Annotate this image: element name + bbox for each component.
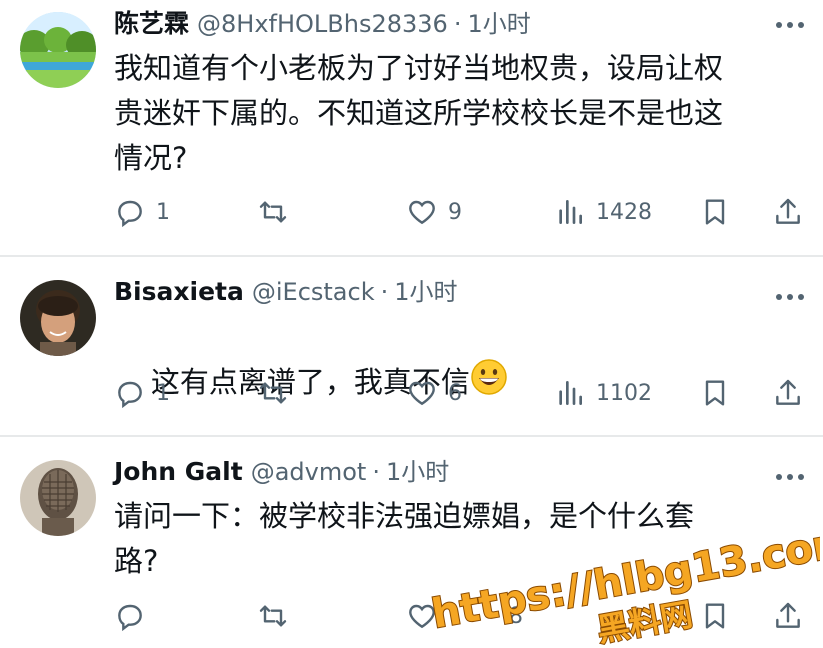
views-count: 8 bbox=[509, 603, 523, 629]
reply-count: 1 bbox=[156, 380, 170, 406]
tweet-1[interactable]: 陈艺霖 @8HxfHOLBhs28336 · 1小时 我知道有个小老板为了讨好当… bbox=[0, 0, 823, 256]
share-button[interactable] bbox=[772, 596, 804, 636]
like-button[interactable]: 9 bbox=[406, 192, 462, 232]
reply-button[interactable] bbox=[114, 596, 156, 636]
tweet-3[interactable]: John Galt @advmot · 1小时 请问一下：被学校非法强迫嫖娼，是… bbox=[0, 436, 823, 648]
retweet-button[interactable] bbox=[257, 373, 299, 413]
avatar[interactable] bbox=[20, 280, 96, 356]
author-handle[interactable]: @advmot bbox=[251, 458, 367, 486]
views-button[interactable]: 8 bbox=[509, 596, 523, 636]
bookmark-icon bbox=[705, 380, 725, 406]
views-count: 1102 bbox=[596, 380, 652, 406]
author-handle[interactable]: @8HxfHOLBhs28336 bbox=[197, 10, 448, 38]
views-count: 1428 bbox=[596, 199, 652, 225]
views-icon bbox=[559, 381, 582, 405]
reply-button[interactable]: 1 bbox=[114, 192, 170, 232]
author-name[interactable]: Bisaxieta bbox=[114, 277, 244, 306]
separator: · bbox=[453, 10, 462, 38]
more-icon[interactable] bbox=[775, 288, 805, 300]
reply-button[interactable]: 1 bbox=[114, 373, 170, 413]
action-bar: 8 bbox=[114, 596, 814, 636]
tweet-text: 我知道有个小老板为了讨好当地权贵，设局让权 贵迷奸下属的。不知道这所学校校长是不… bbox=[114, 51, 724, 175]
action-bar: 1 9 1428 bbox=[114, 192, 814, 232]
avatar[interactable] bbox=[20, 12, 96, 88]
tweet-header: John Galt @advmot · 1小时 bbox=[114, 452, 449, 492]
share-button[interactable] bbox=[772, 192, 804, 232]
reply-count: 1 bbox=[156, 199, 170, 225]
like-count: 6 bbox=[448, 380, 462, 406]
share-button[interactable] bbox=[772, 373, 804, 413]
reply-icon bbox=[118, 604, 142, 632]
timestamp[interactable]: 1小时 bbox=[394, 272, 457, 307]
separator: · bbox=[380, 278, 389, 306]
author-name[interactable]: 陈艺霖 bbox=[114, 4, 189, 40]
like-button[interactable]: 6 bbox=[406, 373, 462, 413]
bookmark-button[interactable] bbox=[699, 192, 731, 232]
share-icon bbox=[776, 602, 800, 628]
tweet-header: 陈艺霖 @8HxfHOLBhs28336 · 1小时 bbox=[114, 4, 531, 44]
like-icon bbox=[409, 381, 435, 406]
timestamp[interactable]: 1小时 bbox=[467, 4, 530, 39]
action-bar: 1 6 1102 bbox=[114, 373, 814, 413]
bookmark-icon bbox=[705, 603, 725, 629]
tweet-text: 请问一下：被学校非法强迫嫖娼，是个什么套 路? bbox=[114, 499, 695, 578]
like-icon bbox=[409, 200, 435, 225]
more-icon[interactable] bbox=[775, 16, 805, 28]
timestamp[interactable]: 1小时 bbox=[386, 452, 449, 487]
retweet-button[interactable] bbox=[257, 596, 299, 636]
views-icon bbox=[559, 200, 582, 224]
more-icon[interactable] bbox=[775, 468, 805, 480]
tweet-header: Bisaxieta @iEcstack · 1小时 bbox=[114, 272, 458, 312]
avatar[interactable] bbox=[20, 460, 96, 536]
bookmark-button[interactable] bbox=[699, 596, 731, 636]
retweet-icon bbox=[259, 382, 287, 404]
like-button[interactable] bbox=[406, 596, 448, 636]
author-name[interactable]: John Galt bbox=[114, 457, 243, 486]
reply-icon bbox=[118, 381, 142, 409]
separator: · bbox=[372, 458, 380, 486]
retweet-button[interactable] bbox=[257, 192, 299, 232]
retweet-icon bbox=[259, 605, 287, 627]
like-icon bbox=[409, 604, 435, 629]
share-icon bbox=[776, 379, 800, 405]
like-count: 9 bbox=[448, 199, 462, 225]
retweet-icon bbox=[259, 201, 287, 223]
share-icon bbox=[776, 198, 800, 224]
tweet-2[interactable]: Bisaxieta @iEcstack · 1小时 这有点离谱了，我真不信 1 … bbox=[0, 256, 823, 436]
views-button[interactable]: 1428 bbox=[554, 192, 652, 232]
bookmark-button[interactable] bbox=[699, 373, 731, 413]
bookmark-icon bbox=[705, 199, 725, 225]
author-handle[interactable]: @iEcstack bbox=[252, 278, 375, 306]
views-button[interactable]: 1102 bbox=[554, 373, 652, 413]
reply-icon bbox=[118, 200, 142, 228]
